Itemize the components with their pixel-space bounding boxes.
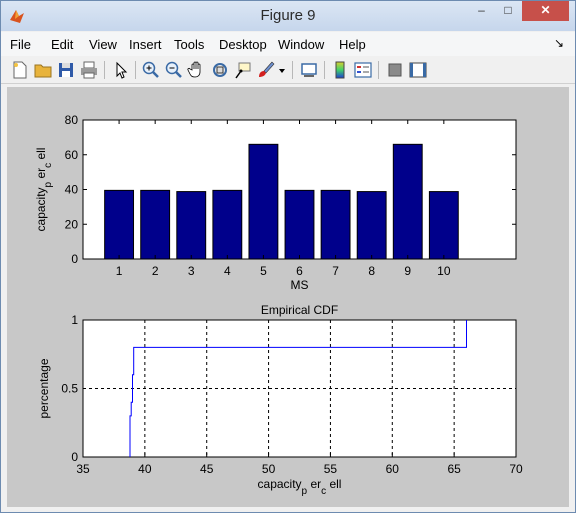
- bar: [104, 189, 135, 260]
- y-tick-label: 0.5: [61, 382, 78, 396]
- x-tick-label: 55: [324, 462, 338, 476]
- toolbar-separator: [324, 61, 325, 79]
- figure-canvas: 1 2 3 4 5 6 7 8 9 10 0 20 40 60 80 MS capacityp erc ell 3…: [7, 87, 569, 507]
- y-tick-label: 60: [65, 148, 79, 162]
- pan-hand-icon[interactable]: [187, 60, 207, 80]
- y-tick-label: 80: [65, 113, 79, 127]
- open-file-icon[interactable]: [33, 60, 53, 80]
- bar: [248, 143, 279, 260]
- zoom-out-icon[interactable]: [164, 60, 184, 80]
- x-tick-label: 7: [332, 264, 339, 278]
- title-bar[interactable]: Figure 9 – □ ✕: [1, 1, 575, 31]
- x-tick-label: 1: [116, 264, 123, 278]
- x-tick-label: 60: [386, 462, 400, 476]
- x-tick-label: 10: [437, 264, 451, 278]
- chart-title: Empirical CDF: [261, 303, 338, 317]
- menu-help[interactable]: Help: [339, 37, 366, 52]
- x-axis-label: capacityp erc ell: [258, 477, 342, 497]
- bar: [320, 189, 351, 260]
- bar: [428, 191, 459, 260]
- y-tick-label: 1: [71, 313, 78, 327]
- x-tick-label: 4: [224, 264, 231, 278]
- x-tick-label: 45: [200, 462, 214, 476]
- colorbar-icon[interactable]: [330, 60, 350, 80]
- save-icon[interactable]: [56, 60, 76, 80]
- menu-insert[interactable]: Insert: [129, 37, 162, 52]
- x-tick-label: 50: [262, 462, 276, 476]
- x-tick-label: 35: [76, 462, 90, 476]
- zoom-in-icon[interactable]: [141, 60, 161, 80]
- link-plot-icon[interactable]: [299, 60, 319, 80]
- x-tick-label: 70: [509, 462, 523, 476]
- hide-plot-tools-icon[interactable]: [385, 60, 405, 80]
- edit-plot-arrow-icon[interactable]: [111, 60, 131, 80]
- menu-file[interactable]: File: [10, 37, 31, 52]
- maximize-button[interactable]: □: [495, 1, 521, 21]
- menu-view[interactable]: View: [89, 37, 117, 52]
- toolbar-separator: [292, 61, 293, 79]
- x-tick-label: 5: [260, 264, 267, 278]
- y-tick-label: 0: [71, 252, 78, 266]
- bar: [392, 143, 423, 260]
- figure-plots: 1 2 3 4 5 6 7 8 9 10020406080MScapacityp erc ell3…: [34, 113, 523, 497]
- data-cursor-icon[interactable]: [233, 60, 253, 80]
- print-icon[interactable]: [79, 60, 99, 80]
- bar: [212, 189, 243, 260]
- figure-toolbar: [1, 56, 575, 84]
- y-axis-label: capacityp erc ell: [34, 148, 54, 232]
- legend-icon[interactable]: [353, 60, 373, 80]
- y-axis-label: percentage: [37, 358, 51, 418]
- x-tick-label: 40: [138, 462, 152, 476]
- menu-window[interactable]: Window: [278, 37, 324, 52]
- menu-edit[interactable]: Edit: [51, 37, 73, 52]
- bar: [356, 191, 387, 260]
- toolbar-separator: [135, 61, 136, 79]
- menu-bar: File Edit View Insert Tools Desktop Wind…: [1, 32, 575, 56]
- toolbar-separator: [378, 61, 379, 79]
- x-tick-label: 6: [296, 264, 303, 278]
- x-axis-label: MS: [291, 278, 309, 292]
- dock-arrow-icon[interactable]: ↘: [554, 36, 564, 50]
- brush-dropdown-icon[interactable]: [277, 60, 287, 80]
- minimize-button[interactable]: –: [468, 1, 495, 21]
- menu-tools[interactable]: Tools: [174, 37, 204, 52]
- x-tick-label: 2: [152, 264, 159, 278]
- rotate-3d-icon[interactable]: [210, 60, 230, 80]
- y-tick-label: 0: [71, 450, 78, 464]
- x-tick-label: 65: [447, 462, 461, 476]
- x-tick-label: 9: [404, 264, 411, 278]
- new-figure-icon[interactable]: [10, 60, 30, 80]
- bar: [176, 191, 207, 260]
- x-tick-label: 3: [188, 264, 195, 278]
- bar: [284, 189, 315, 260]
- close-button[interactable]: ✕: [522, 1, 569, 21]
- brush-icon[interactable]: [256, 60, 276, 80]
- show-plot-tools-icon[interactable]: [408, 60, 428, 80]
- toolbar-separator: [104, 61, 105, 79]
- bar: [140, 189, 171, 260]
- y-tick-label: 40: [65, 183, 79, 197]
- x-tick-label: 8: [368, 264, 375, 278]
- y-tick-label: 20: [65, 217, 79, 231]
- figure-window: Figure 9 – □ ✕ File Edit View Insert Too…: [0, 0, 576, 513]
- menu-desktop[interactable]: Desktop: [219, 37, 267, 52]
